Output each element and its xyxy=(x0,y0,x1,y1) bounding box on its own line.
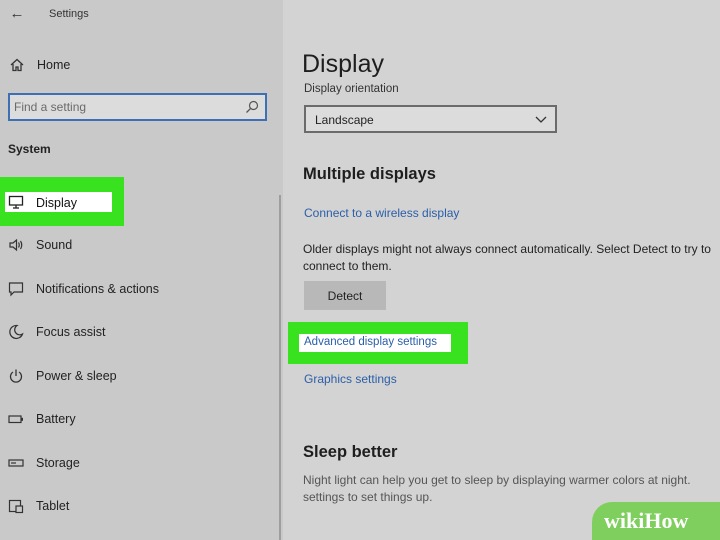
home-label: Home xyxy=(37,58,71,72)
power-icon xyxy=(9,369,23,383)
sleep-better-heading: Sleep better xyxy=(303,443,398,461)
moon-icon xyxy=(9,324,24,340)
sidebar-item-display[interactable]: Display xyxy=(0,177,124,226)
chevron-down-icon xyxy=(535,116,547,123)
sleep-better-description: Night light can help you get to sleep by… xyxy=(303,473,691,504)
sidebar-item-tablet[interactable]: Tablet xyxy=(0,491,270,521)
sidebar-item-label: Power & sleep xyxy=(36,369,117,383)
advanced-display-settings-link[interactable]: Advanced display settings xyxy=(304,336,437,348)
sidebar-item-sound[interactable]: Sound xyxy=(0,230,270,260)
speaker-icon xyxy=(9,238,23,252)
sidebar-item-label: Focus assist xyxy=(36,325,106,339)
storage-icon xyxy=(8,459,24,467)
sidebar-item-label: Display xyxy=(36,196,77,210)
notification-icon xyxy=(8,282,24,297)
home-nav-item[interactable]: Home xyxy=(0,52,270,78)
detect-button[interactable]: Detect xyxy=(304,281,386,310)
search-icon[interactable] xyxy=(245,100,259,114)
orientation-dropdown[interactable]: Landscape xyxy=(304,105,557,133)
orientation-label: Display orientation xyxy=(304,83,399,95)
sidebar-scrollbar[interactable] xyxy=(279,195,281,540)
search-box[interactable] xyxy=(8,93,267,121)
sidebar-item-notifications[interactable]: Notifications & actions xyxy=(0,274,270,304)
sidebar-item-label: Storage xyxy=(36,456,80,470)
title-bar: ← Settings xyxy=(0,0,283,30)
sidebar-item-focus-assist[interactable]: Focus assist xyxy=(0,317,270,347)
watermark-text: wikiHow xyxy=(604,508,689,533)
multiple-displays-description: Older displays might not always connect … xyxy=(303,242,711,273)
page-title: Display xyxy=(302,50,384,78)
wikihow-watermark: wikiHow xyxy=(592,502,720,540)
sidebar: ← Settings Home System Display So xyxy=(0,0,283,540)
sidebar-item-power-sleep[interactable]: Power & sleep xyxy=(0,361,270,391)
sidebar-item-storage[interactable]: Storage xyxy=(0,448,270,478)
sidebar-item-battery[interactable]: Battery xyxy=(0,404,270,434)
home-icon xyxy=(10,58,24,72)
advanced-display-settings-highlight: Advanced display settings xyxy=(288,322,468,364)
section-header-system: System xyxy=(8,142,51,156)
orientation-value: Landscape xyxy=(315,113,374,127)
tablet-icon xyxy=(8,499,24,514)
battery-icon xyxy=(8,415,23,424)
sidebar-item-label: Battery xyxy=(36,412,76,426)
monitor-icon xyxy=(8,195,24,209)
sidebar-item-label: Notifications & actions xyxy=(36,282,159,296)
graphics-settings-link[interactable]: Graphics settings xyxy=(304,372,397,386)
connect-wireless-display-link[interactable]: Connect to a wireless display xyxy=(304,206,459,220)
back-arrow-icon[interactable]: ← xyxy=(8,5,26,23)
sidebar-item-label: Tablet xyxy=(36,499,70,513)
search-input[interactable] xyxy=(14,98,234,116)
window-title: Settings xyxy=(49,8,89,20)
sidebar-item-label: Sound xyxy=(36,238,73,252)
multiple-displays-heading: Multiple displays xyxy=(303,165,436,183)
